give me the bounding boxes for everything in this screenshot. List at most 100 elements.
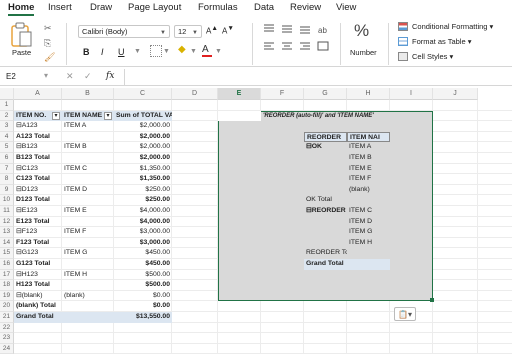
cell[interactable]: ITEM F <box>347 174 390 185</box>
row-header[interactable]: 11 <box>0 206 14 217</box>
row-header[interactable]: 14 <box>0 237 14 249</box>
tab-data[interactable]: Data <box>254 0 274 13</box>
cell[interactable]: ⊟(blank) <box>14 291 62 302</box>
worksheet-grid[interactable]: A B C D E F G H I J 1 2 3 4 5 6 7 8 9 10 11 12 13 14 15 16 17 18 19 2… <box>0 88 512 364</box>
column-header[interactable]: A <box>14 88 62 100</box>
row-header[interactable]: 18 <box>0 280 14 291</box>
cell[interactable]: (blank) <box>347 185 390 196</box>
chevron-down-icon[interactable]: ▼ <box>163 48 170 55</box>
cell[interactable]: $4,000.00 <box>114 217 172 228</box>
cell[interactable]: 'REORDER (auto-fill)' and 'ITEM NAME' <box>261 111 421 122</box>
cell[interactable]: (blank) <box>62 291 114 302</box>
row-header[interactable]: 21 <box>0 312 14 323</box>
cell[interactable] <box>304 238 347 249</box>
tab-draw[interactable]: Draw <box>90 0 112 13</box>
cell[interactable]: $3,000.00 <box>114 238 172 249</box>
italic-button[interactable]: I <box>101 47 104 57</box>
increase-font-icon[interactable]: A▲ <box>206 25 218 36</box>
fill-handle[interactable] <box>430 298 434 303</box>
row-header[interactable]: 13 <box>0 227 14 238</box>
cell[interactable]: OK Total <box>304 195 347 206</box>
row-header[interactable]: 19 <box>0 290 14 302</box>
cell[interactable] <box>62 153 114 164</box>
cell[interactable]: $2,000.00 <box>114 132 172 143</box>
active-cell[interactable] <box>218 110 261 122</box>
font-size-dropdown[interactable]: 12 ▼ <box>174 25 202 38</box>
cell[interactable]: ITEM B <box>347 153 390 164</box>
cell[interactable] <box>304 185 347 196</box>
cell[interactable]: ITEM F <box>62 227 114 238</box>
column-header[interactable]: J <box>433 88 478 100</box>
cell[interactable]: ITEM G <box>62 248 114 259</box>
cell[interactable] <box>304 227 347 238</box>
row-header[interactable]: 10 <box>0 195 14 206</box>
cell[interactable] <box>347 195 390 206</box>
font-color-icon[interactable]: A <box>202 44 212 57</box>
cell[interactable]: C123 Total <box>14 174 62 185</box>
cell[interactable]: E123 Total <box>14 217 62 228</box>
row-header[interactable]: 8 <box>0 174 14 185</box>
column-header[interactable]: E <box>218 88 261 100</box>
cell[interactable]: ⊟E123 <box>14 206 62 217</box>
cancel-icon[interactable]: ✕ <box>66 71 74 82</box>
cell[interactable]: $0.00 <box>114 291 172 302</box>
cell[interactable]: G123 Total <box>14 259 62 270</box>
cell[interactable]: $1,350.00 <box>114 164 172 175</box>
cell[interactable]: ITEM A <box>347 142 390 153</box>
row-header[interactable]: 22 <box>0 322 14 334</box>
paste-options-button[interactable]: 📋▾ <box>394 307 416 322</box>
cell[interactable]: ITEM NAI <box>347 131 390 143</box>
cut-icon[interactable]: ✂ <box>44 23 52 34</box>
cell[interactable] <box>62 195 114 206</box>
chevron-down-icon[interactable]: ▼ <box>215 48 222 55</box>
cell[interactable] <box>62 238 114 249</box>
borders-icon[interactable] <box>150 45 162 57</box>
select-all-corner[interactable] <box>0 88 14 100</box>
row-header[interactable]: 1 <box>0 100 14 111</box>
cell[interactable]: ITEM G <box>347 227 390 238</box>
underline-chevron-icon[interactable]: ▼ <box>134 48 141 55</box>
row-header[interactable]: 15 <box>0 248 14 259</box>
cell[interactable] <box>304 153 347 164</box>
column-header[interactable]: C <box>114 88 172 100</box>
cell[interactable]: ⊟A123 <box>14 121 62 132</box>
cell[interactable]: $500.00 <box>114 270 172 281</box>
filter-dropdown-icon[interactable]: ▾ <box>104 111 112 120</box>
cell[interactable]: $2,000.00 <box>114 121 172 132</box>
cell-styles-button[interactable]: Cell Styles ▾ <box>412 52 453 61</box>
cell[interactable]: $3,000.00 <box>114 227 172 238</box>
cell[interactable]: ITEM D <box>347 217 390 228</box>
cell[interactable]: $250.00 <box>114 195 172 206</box>
cell[interactable] <box>62 217 114 228</box>
cell[interactable]: ITEM C <box>347 206 390 217</box>
name-box[interactable]: E2 <box>6 72 16 81</box>
copy-icon[interactable]: ⎘ <box>44 38 51 49</box>
cell[interactable]: ⊟H123 <box>14 270 62 281</box>
cell[interactable]: $0.00 <box>114 301 172 312</box>
cell[interactable]: $2,000.00 <box>114 153 172 164</box>
cell[interactable]: H123 Total <box>14 280 62 291</box>
filter-dropdown-icon[interactable]: ▾ <box>52 111 60 120</box>
cell[interactable]: $500.00 <box>114 280 172 291</box>
cell[interactable]: ITEM B <box>62 142 114 153</box>
row-header[interactable]: 23 <box>0 333 14 344</box>
cell[interactable]: ITEM H <box>62 270 114 281</box>
tab-view[interactable]: View <box>336 0 356 13</box>
cell[interactable]: $450.00 <box>114 248 172 259</box>
row-header[interactable]: 17 <box>0 269 14 281</box>
paste-button[interactable] <box>8 21 34 49</box>
cell[interactable]: A123 Total <box>14 132 62 143</box>
cell[interactable] <box>304 164 347 175</box>
font-name-dropdown[interactable]: Calibri (Body) ▼ <box>78 25 170 38</box>
tab-page-layout[interactable]: Page Layout <box>128 0 181 13</box>
cell[interactable]: ⊟REORDER <box>304 206 347 217</box>
cell[interactable]: $4,000.00 <box>114 206 172 217</box>
cell[interactable] <box>62 312 114 323</box>
underline-button[interactable]: U <box>118 47 125 57</box>
column-header[interactable]: I <box>390 88 433 100</box>
row-header[interactable]: 4 <box>0 131 14 143</box>
align-top-icon[interactable]: ab <box>262 23 332 69</box>
row-header[interactable]: 24 <box>0 343 14 355</box>
column-header[interactable]: H <box>347 88 390 100</box>
bold-button[interactable]: B <box>83 47 90 57</box>
